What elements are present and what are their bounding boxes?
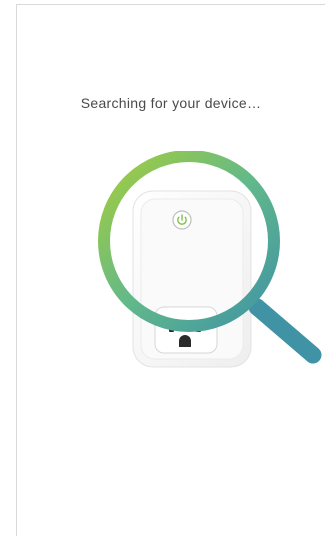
power-icon [172, 210, 192, 230]
searching-status-text: Searching for your device… [80, 95, 262, 111]
searching-illustration-svg [98, 151, 322, 368]
searching-illustration [81, 151, 325, 381]
smart-plug-device [132, 190, 252, 368]
search-screen: Searching for your device… [16, 4, 325, 536]
